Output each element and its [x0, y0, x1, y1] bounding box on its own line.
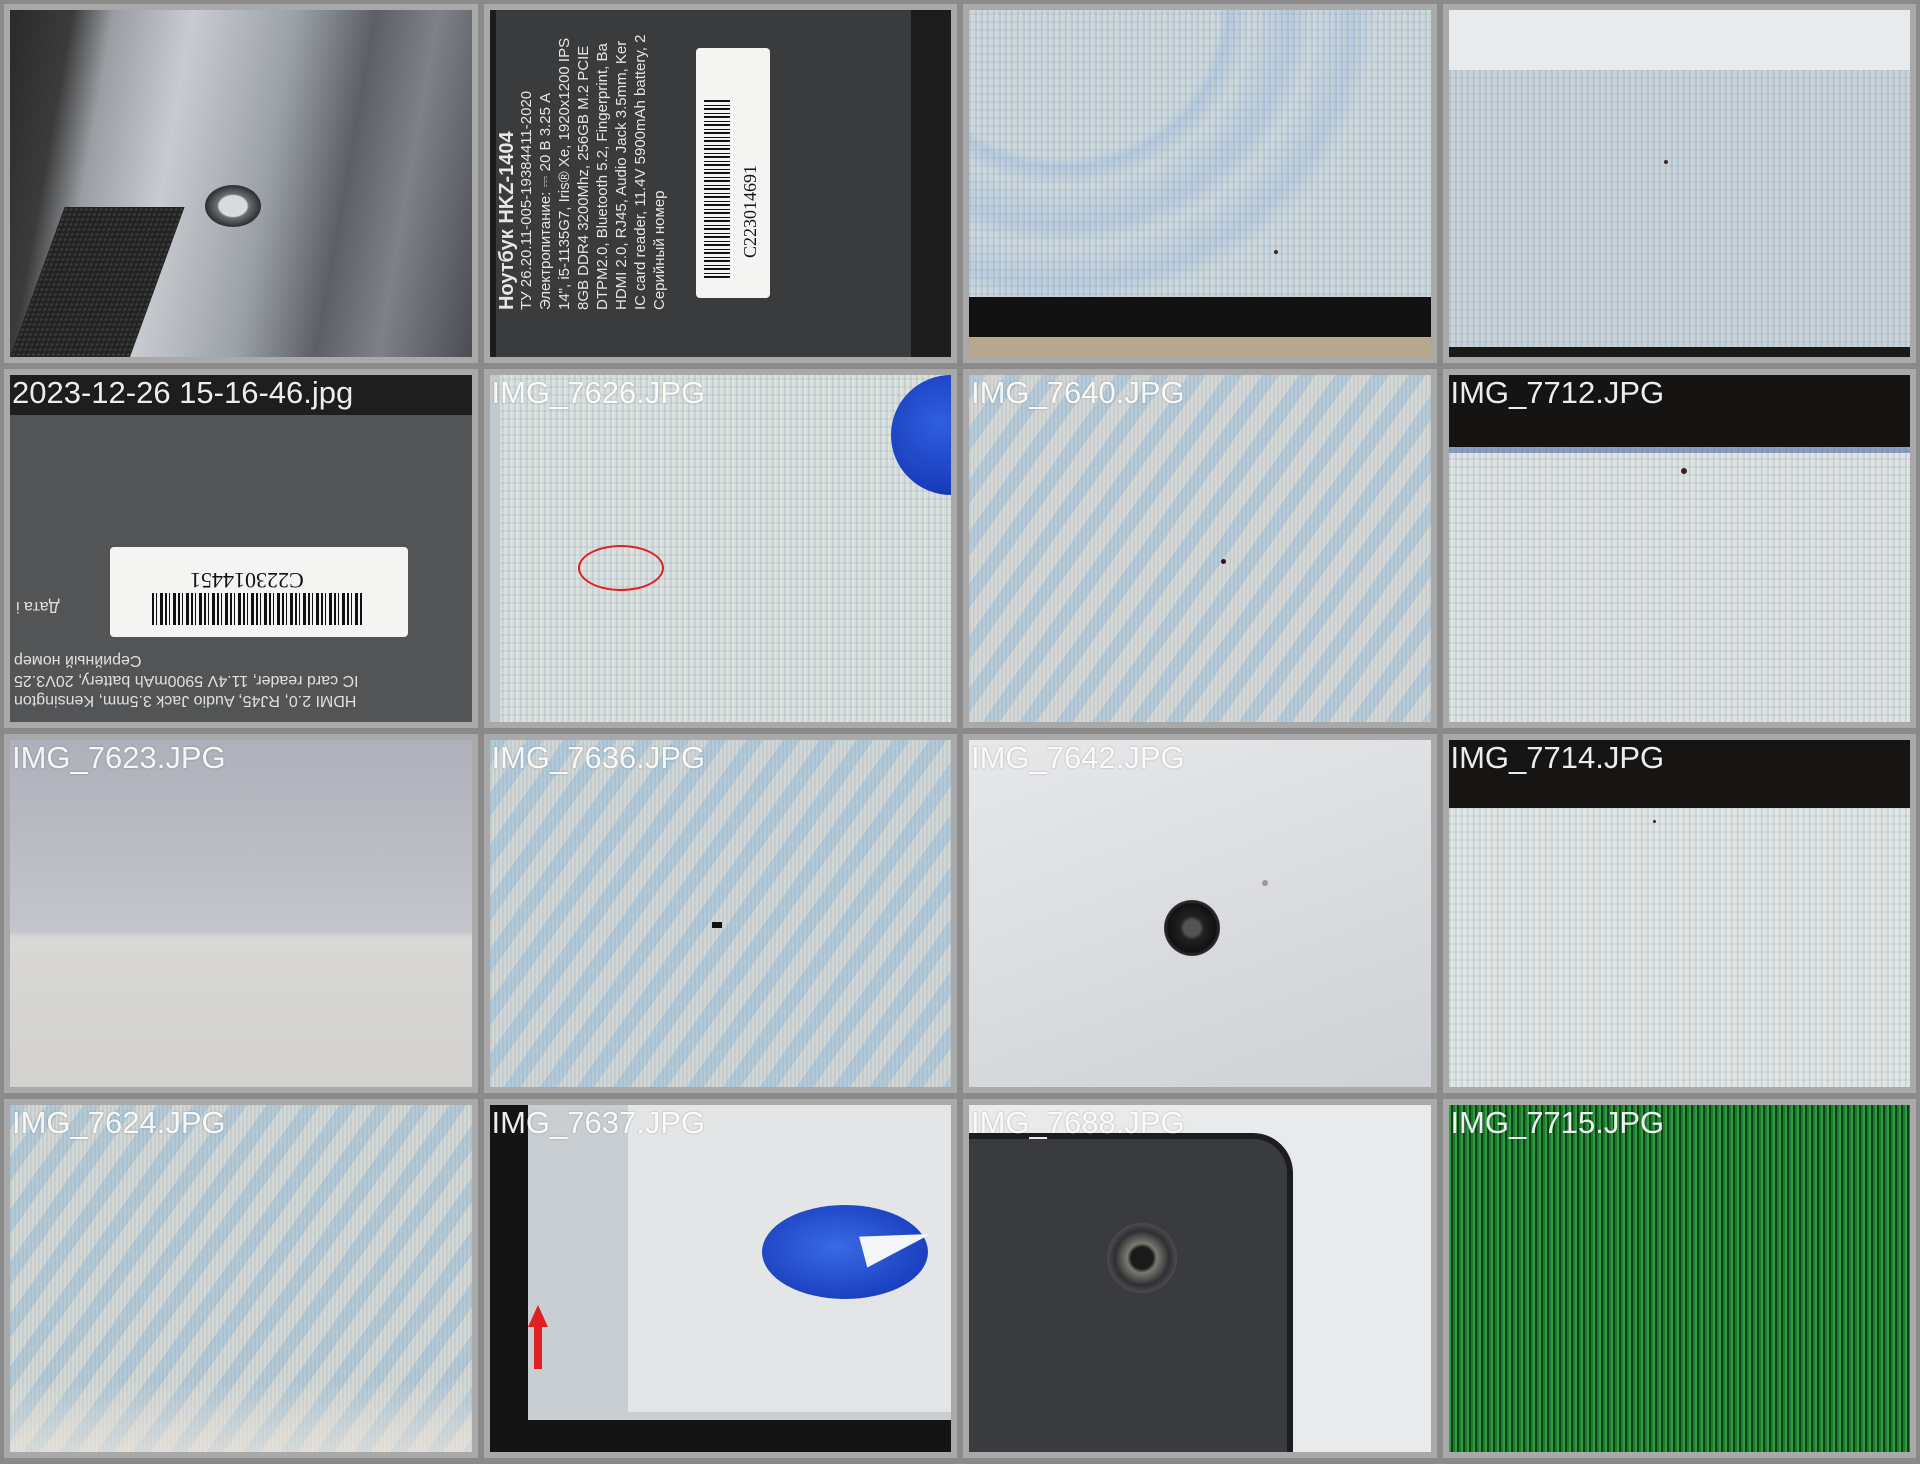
date-label: Дата і [16, 598, 60, 615]
thumbnail-image [969, 1105, 1431, 1452]
thumbnail-filename: IMG_7714.JPG [1450, 740, 1665, 775]
thumbnail-filename: IMG_7626.JPG [491, 375, 706, 410]
thumbnail-image [969, 740, 1431, 1087]
dust-dot [1663, 160, 1668, 164]
thumbnail-image: Ноутбук HKZ-1404 ТУ 26.20.11-005-1938441… [489, 10, 951, 357]
thumbnail-image [10, 10, 472, 357]
thumbnail-image [1448, 1105, 1910, 1452]
spec-line: Серийный номер [650, 190, 668, 310]
thumbnail-filename: IMG_7623.JPG [12, 740, 226, 775]
thumbnail-image [10, 1105, 472, 1452]
barcode-serial: C223014691 [739, 164, 760, 258]
thumbnail[interactable]: IMG_7640.JPG [963, 369, 1437, 728]
thumbnail[interactable]: IMG_7624.JPG [4, 1099, 478, 1458]
dust-dot [1262, 880, 1268, 886]
thumbnail-filename: IMG_7624.JPG [12, 1105, 226, 1140]
thumbnail[interactable]: IMG_7714.JPG [1442, 734, 1916, 1093]
serial-label-lines: HDMI 2.0, RJ45, Audio Jack 3.5mm, Kensin… [14, 650, 434, 710]
dust-dot [1680, 468, 1687, 474]
thumbnail[interactable]: IMG_7623.JPG [4, 734, 478, 1093]
thumbnail[interactable] [4, 4, 478, 363]
thumbnail[interactable]: IMG_7642.JPG [963, 734, 1437, 1093]
thumbnail-image [1448, 740, 1910, 1087]
barcode-serial: C223014451 [190, 568, 304, 593]
thumbnail-image [10, 740, 472, 1087]
thumbnail[interactable]: IMG_7688.JPG [963, 1099, 1437, 1458]
thumbnail-image [489, 1105, 951, 1452]
thumbnail[interactable]: IMG_7637.JPG [483, 1099, 957, 1458]
spec-line: IC card reader, 11.4V 5900mAh battery, 2 [631, 34, 649, 310]
spec-line: Электропитание: ⎓ 20 В 3.25 А [536, 92, 554, 310]
dust-dot [1652, 820, 1656, 823]
thumbnail-image [969, 10, 1431, 357]
thumbnail-image [969, 375, 1431, 722]
thumbnail[interactable]: C223014451 Дата і HDMI 2.0, RJ45, Audio … [4, 369, 478, 728]
annotation-arrow-icon [527, 1305, 548, 1369]
thumbnail-filename: IMG_7642.JPG [971, 740, 1185, 775]
thumbnail-filename: IMG_7637.JPG [491, 1105, 706, 1140]
spec-label-title: Ноутбук HKZ-1404 [495, 131, 518, 310]
thumbnail-filename: IMG_7636.JPG [491, 740, 706, 775]
barcode [152, 593, 362, 625]
barcode-sticker: C223014451 [110, 547, 408, 637]
annotation-circle [577, 545, 664, 591]
dead-pixel [1221, 559, 1226, 564]
screw-icon [205, 185, 261, 227]
image-grid: Ноутбук HKZ-1404 ТУ 26.20.11-005-1938441… [0, 0, 1920, 1464]
dead-pixel [711, 922, 722, 928]
thumbnail-filename: IMG_7712.JPG [1450, 375, 1665, 410]
spec-line: 14", i5-1135G7, Iris® Xe, 1920x1200 IPS [555, 37, 573, 310]
spec-line: 8GB DDR4 3200Mhz, 256GB M.2 PCIE [574, 45, 592, 310]
spec-line: ТУ 26.20.11-005-19384411-2020 [517, 90, 535, 310]
thumbnail-filename: IMG_7688.JPG [971, 1105, 1185, 1140]
screw-icon [1107, 1223, 1177, 1293]
thumbnail[interactable]: IMG_7626.JPG [483, 369, 957, 728]
barcode-sticker: C223014691 [695, 48, 770, 298]
thumbnail[interactable] [1442, 4, 1916, 363]
serial-label-line: IC card reader, 11.4V 5900mAh battery, 2… [14, 672, 359, 689]
thumbnail[interactable]: IMG_7715.JPG [1442, 1099, 1916, 1458]
dust-dot [1274, 250, 1278, 254]
thumbnail-image: C223014451 Дата і HDMI 2.0, RJ45, Audio … [10, 375, 472, 722]
screw-icon [1164, 900, 1220, 956]
thumbnail[interactable]: Ноутбук HKZ-1404 ТУ 26.20.11-005-1938441… [483, 4, 957, 363]
thumbnail-filename: 2023-12-26 15-16-46.jpg [12, 375, 354, 410]
serial-label-line: Серийный номер [14, 652, 142, 669]
thumbnail-image [489, 740, 951, 1087]
thumbnail-filename: IMG_7715.JPG [1450, 1105, 1665, 1140]
globe-icon [891, 375, 952, 495]
thumbnail-filename: IMG_7640.JPG [971, 375, 1185, 410]
spec-line: DTPM2.0, Bluetooth 5.2, Fingerprint, Ba [593, 43, 611, 310]
thumbnail[interactable]: IMG_7636.JPG [483, 734, 957, 1093]
thumbnail[interactable] [963, 4, 1437, 363]
spec-label-text: Ноутбук HKZ-1404 ТУ 26.20.11-005-1938441… [495, 10, 669, 310]
barcode [703, 98, 730, 278]
spec-line: HDMI 2.0, RJ45, Audio Jack 3.5mm, Ker [612, 40, 630, 310]
thumbnail-image [1448, 375, 1910, 722]
thumbnail-image [1448, 10, 1910, 357]
thumbnail[interactable]: IMG_7712.JPG [1442, 369, 1916, 728]
thumbnail-image [489, 375, 952, 722]
serial-label-line: HDMI 2.0, RJ45, Audio Jack 3.5mm, Kensin… [14, 692, 357, 709]
